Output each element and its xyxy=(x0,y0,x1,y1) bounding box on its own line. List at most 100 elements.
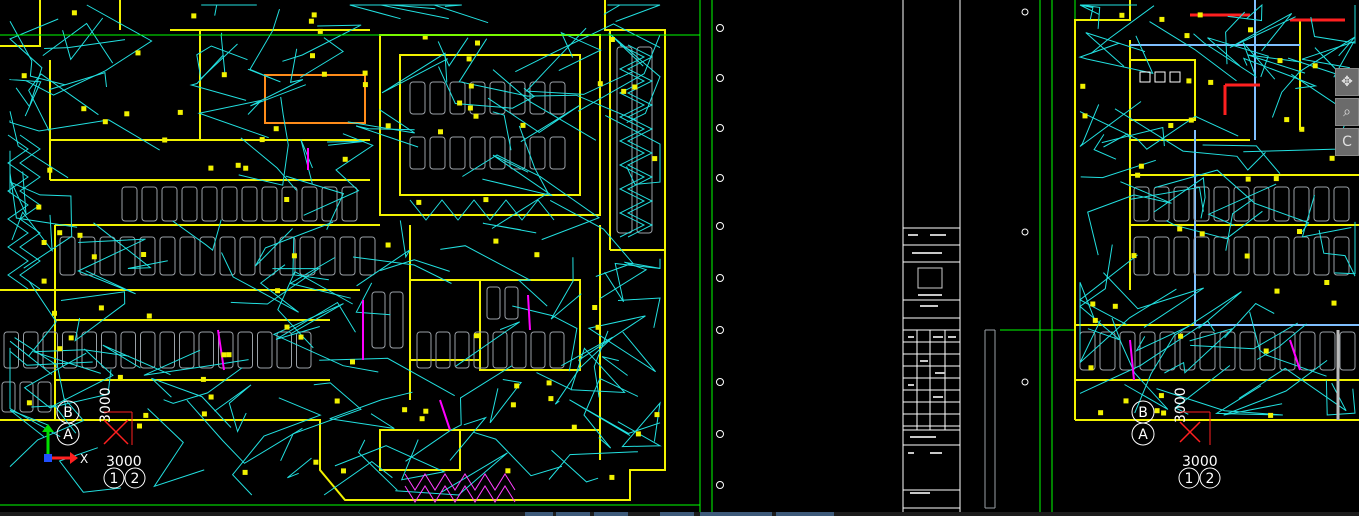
axis-bubble xyxy=(716,378,724,386)
wire-run xyxy=(482,154,553,197)
title-text-bar xyxy=(933,336,943,338)
wire-run xyxy=(1223,359,1328,416)
light-fixture xyxy=(438,129,443,135)
grid-axis-bubbles xyxy=(716,8,1029,489)
parking-stall xyxy=(1293,186,1310,222)
wire-run xyxy=(231,397,322,496)
light-fixture xyxy=(1208,79,1214,85)
parking-stall xyxy=(23,331,39,369)
parking-stall xyxy=(1299,331,1316,371)
parking-stall xyxy=(120,331,136,369)
parking-stall xyxy=(141,186,158,222)
status-slot[interactable] xyxy=(594,512,628,516)
orbit-icon[interactable]: C xyxy=(1335,128,1359,156)
light-fixture xyxy=(505,468,511,474)
light-fixture xyxy=(143,412,149,418)
title-text-bar xyxy=(910,436,936,438)
light-fixture xyxy=(466,56,472,62)
wire-run xyxy=(49,71,107,90)
light-fixture xyxy=(146,313,152,319)
light-fixture xyxy=(1197,12,1203,18)
status-slot[interactable] xyxy=(660,512,694,516)
parking-stall xyxy=(1173,236,1190,276)
light-fixture xyxy=(321,71,327,77)
pan-icon[interactable]: ✥ xyxy=(1335,68,1359,96)
title-text-bar xyxy=(912,252,942,254)
grid-col-2-label-right: 2 xyxy=(1206,471,1215,487)
light-fixture xyxy=(1161,410,1167,416)
light-fixture xyxy=(117,374,123,380)
parking-stall xyxy=(221,186,238,222)
light-fixture xyxy=(571,424,577,430)
wire-run xyxy=(300,37,345,78)
light-fixture xyxy=(313,459,319,465)
drawing-canvas[interactable]: X B A 3000 3000 1 2 B A 3000 3000 1 2 xyxy=(0,0,1359,512)
light-fixture xyxy=(135,50,141,56)
light-fixture xyxy=(467,105,473,111)
parking-stall xyxy=(530,331,546,369)
green-linework-left xyxy=(0,0,713,512)
wire-run xyxy=(1154,169,1310,232)
light-fixture xyxy=(275,288,281,294)
wire-run xyxy=(357,439,398,491)
wire-run xyxy=(9,366,61,438)
light-fixture xyxy=(520,122,526,128)
parking-stall xyxy=(299,236,316,276)
light-fixture xyxy=(1159,16,1165,22)
parking-stall xyxy=(181,186,198,222)
parking-stall xyxy=(489,81,506,115)
parking-stall xyxy=(257,331,273,369)
zoom-icon[interactable]: ⌕ xyxy=(1335,98,1359,126)
wire-run xyxy=(303,133,374,216)
status-bar xyxy=(0,512,1359,516)
status-slot[interactable] xyxy=(525,512,553,516)
light-fixture xyxy=(221,72,227,78)
light-fixture xyxy=(243,165,249,171)
parking-stall xyxy=(435,331,451,369)
light-fixture xyxy=(177,109,183,115)
parking-stall xyxy=(237,331,253,369)
title-block xyxy=(902,0,996,512)
parking-stall xyxy=(219,236,236,276)
status-slot[interactable] xyxy=(556,512,590,516)
title-block-text-bars xyxy=(908,234,956,494)
parking-stall xyxy=(1273,186,1290,222)
parking-stall xyxy=(201,186,218,222)
light-fixture xyxy=(468,83,474,89)
light-fixture xyxy=(609,37,615,42)
status-slot[interactable] xyxy=(700,512,772,516)
light-fixture xyxy=(1088,365,1094,371)
wire-run xyxy=(1079,4,1137,29)
light-fixture xyxy=(1312,63,1318,69)
title-text-bar xyxy=(930,234,946,236)
wire-run xyxy=(1079,282,1097,351)
wire-run xyxy=(355,125,419,148)
light-fixtures-left xyxy=(21,10,660,480)
light-fixture xyxy=(310,53,315,59)
wire-run xyxy=(1153,176,1206,219)
light-fixture xyxy=(1268,412,1274,418)
light-fixture xyxy=(284,324,290,330)
light-fixture xyxy=(1090,301,1096,307)
axis-bubble xyxy=(716,326,724,334)
light-fixture xyxy=(1274,288,1280,294)
light-fixture xyxy=(514,383,520,389)
grid-row-a-label: A xyxy=(63,427,73,443)
wire-run xyxy=(300,139,313,184)
parking-stall xyxy=(409,81,426,115)
drawing-viewport[interactable]: X B A 3000 3000 1 2 B A 3000 3000 1 2 ✥ … xyxy=(0,0,1359,512)
wire-run xyxy=(551,449,599,483)
light-fixture xyxy=(635,431,641,437)
light-fixture xyxy=(595,324,601,330)
grid-col-1-label-right: 1 xyxy=(1185,471,1194,487)
light-fixture xyxy=(385,242,391,248)
title-text-bar xyxy=(930,452,942,454)
wire-run xyxy=(491,125,549,229)
wire-run xyxy=(285,175,345,230)
light-fixture xyxy=(52,310,57,316)
wire-run xyxy=(492,111,512,151)
wire-run xyxy=(1103,272,1204,328)
light-fixture xyxy=(298,334,304,340)
grid-spacing-vertical: 3000 xyxy=(98,387,114,423)
status-slot[interactable] xyxy=(776,512,834,516)
